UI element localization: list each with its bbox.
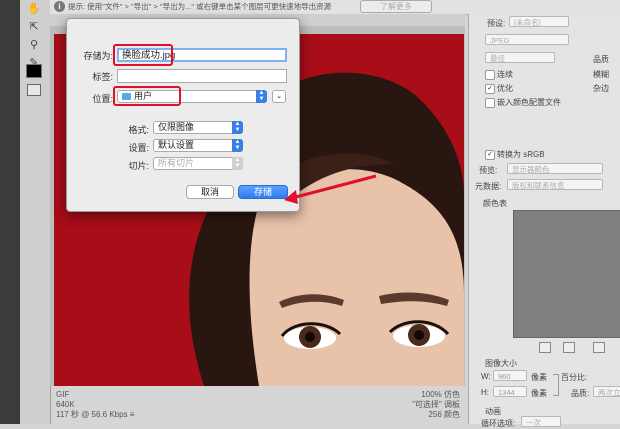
dither-readout: 100% 仿色: [421, 390, 460, 399]
color-table-label: 颜色表: [483, 199, 507, 208]
slices-label: 切片:: [128, 161, 149, 171]
hand-tool-icon[interactable]: ✋: [26, 2, 42, 16]
settings-select[interactable]: 默认设置 ▲ ▼: [153, 139, 243, 152]
quality-preset-select[interactable]: 最佳: [485, 52, 555, 63]
location-stepper-icon: ▲ ▼: [256, 90, 267, 103]
format-readout: GIF: [56, 390, 70, 399]
zoom-tool-icon[interactable]: ⚲: [26, 38, 42, 52]
palette-readout: "可选择" 调板: [412, 400, 460, 409]
progressive-label: 连续: [497, 70, 513, 79]
srgb-label: 转换为 sRGB: [497, 150, 545, 159]
toggle-slices-icon[interactable]: [27, 84, 41, 96]
matte-label: 杂边: [593, 84, 609, 93]
preset-select[interactable]: [未命名]: [509, 16, 569, 27]
format-label: 格式:: [128, 125, 149, 135]
expand-chevron-icon[interactable]: ⌄: [272, 90, 286, 103]
location-label: 位置:: [92, 94, 113, 104]
resample-quality-label: 品质:: [571, 389, 590, 398]
image-size-label: 图像大小: [485, 359, 517, 368]
settings-stepper-icon: ▲ ▼: [232, 139, 243, 152]
hint-bar: i 提示: 使用"文件" > "导出" > "导出为..." 或右键单击某个图层…: [50, 0, 620, 15]
status-left: GIF 640K 117 秒 @ 56.6 Kbps ≡: [56, 390, 256, 420]
colors-readout: 256 颜色: [428, 410, 460, 419]
settings-label: 设置:: [128, 143, 149, 153]
color-table-trash-icon[interactable]: [593, 342, 605, 353]
save-as-label: 存储为:: [83, 51, 113, 61]
filename-highlight-box: [113, 44, 173, 66]
optimized-checkbox[interactable]: ✓: [485, 84, 495, 94]
tool-panel: ✋ ⇱ ⚲ ✎: [20, 0, 51, 424]
color-table-swatch[interactable]: [513, 210, 620, 338]
format-select[interactable]: 仅限图像 ▲ ▼: [153, 121, 243, 134]
height-label: H:: [481, 388, 489, 397]
preview-label: 预览:: [479, 166, 498, 175]
optimized-label: 优化: [497, 84, 513, 93]
settings-value: 默认设置: [158, 140, 195, 150]
constrain-link-icon[interactable]: [553, 374, 559, 396]
blur-label: 模糊: [593, 70, 609, 79]
location-highlight-box: [113, 86, 181, 106]
hint-text: 提示: 使用"文件" > "导出" > "导出为..." 或右键单击某个图层可更…: [68, 2, 332, 11]
slice-select-tool-icon[interactable]: ⇱: [26, 20, 42, 34]
width-unit: 像素: [531, 373, 547, 382]
tags-label: 标签:: [92, 72, 113, 82]
progressive-checkbox[interactable]: [485, 70, 495, 80]
embed-profile-checkbox[interactable]: [485, 98, 495, 108]
preview-select[interactable]: 显示器颜色: [507, 163, 603, 174]
percent-label: 百分比:: [561, 373, 588, 382]
status-right: 100% 仿色 "可选择" 调板 256 颜色: [370, 390, 460, 420]
format-stepper-icon: ▲ ▼: [232, 121, 243, 134]
metadata-select[interactable]: 版权和联系信息: [507, 179, 603, 190]
loop-select[interactable]: 一次: [521, 416, 561, 427]
height-unit: 像素: [531, 389, 547, 398]
animation-label: 动画: [485, 407, 501, 416]
tags-input[interactable]: [117, 69, 287, 83]
format-value: 仅限图像: [158, 122, 195, 132]
eyedropper-color-swatch[interactable]: [26, 64, 42, 78]
srgb-checkbox[interactable]: ✓: [485, 150, 495, 160]
preset-label: 预设:: [487, 19, 506, 28]
format-select[interactable]: JPEG: [485, 34, 569, 45]
app-edge-strip: [0, 0, 20, 424]
cancel-button[interactable]: 取消: [186, 185, 234, 199]
settings-panel: 预设: [未命名] JPEG 最佳 品质 连续 模糊 ✓ 优化 杂边 嵌入颜色配…: [468, 14, 620, 428]
learn-more-button[interactable]: 了解更多: [360, 0, 432, 13]
slices-stepper-icon: ▲ ▼: [232, 157, 243, 170]
resample-quality-select[interactable]: 两次立方: [593, 386, 620, 397]
color-table-lock-icon[interactable]: [539, 342, 551, 353]
width-label: W:: [481, 372, 491, 381]
slices-value: 所有切片: [158, 158, 195, 168]
quality-label: 品质: [593, 55, 609, 64]
width-input[interactable]: 960: [493, 370, 527, 381]
slices-select[interactable]: 所有切片 ▲ ▼: [153, 157, 243, 170]
download-time-readout: 117 秒 @ 56.6 Kbps ≡: [56, 410, 135, 419]
size-readout: 640K: [56, 400, 75, 409]
annotation-arrow: [284, 174, 377, 204]
metadata-label: 元数据:: [475, 182, 502, 191]
save-dialog: 存储为: 换脸成功.jpg 标签: 位置: 用户 ▲ ▼ ⌄ 格式: 仅限图像 ▲…: [66, 18, 300, 212]
color-table-web-icon[interactable]: [563, 342, 575, 353]
info-icon: i: [54, 1, 65, 12]
embed-profile-label: 嵌入颜色配置文件: [497, 98, 561, 107]
height-input[interactable]: 1344: [493, 386, 527, 397]
